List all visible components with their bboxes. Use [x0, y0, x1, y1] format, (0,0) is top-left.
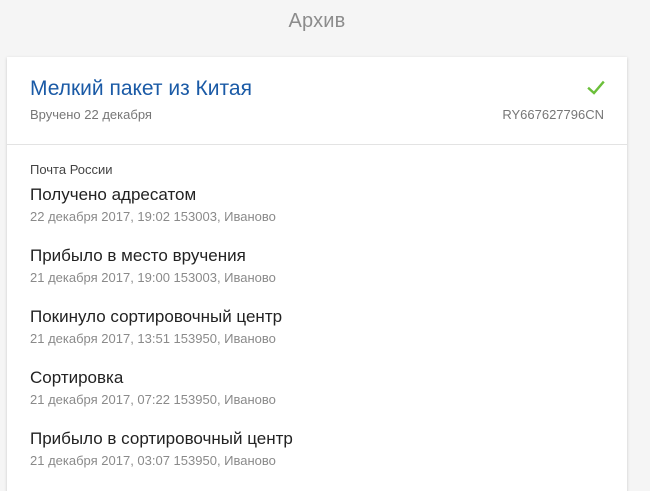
delivered-status: Вручено 22 декабря: [30, 107, 152, 122]
parcel-header[interactable]: Мелкий пакет из Китая Вручено 22 декабря…: [7, 57, 627, 145]
event-status: Прибыло в место вручения: [30, 246, 246, 265]
event-status: Сортировка: [30, 368, 124, 387]
event-details: 21 декабря 2017, 19:00 153003, Иваново: [30, 270, 276, 285]
event-details: 22 декабря 2017, 19:02 153003, Иваново: [30, 209, 276, 224]
tracking-event: Получено адресатом 22 декабря 2017, 19:0…: [30, 184, 610, 245]
archive-page: Архив Мелкий пакет из Китая Вручено 22 д…: [0, 0, 650, 491]
event-status: Получено адресатом: [30, 185, 197, 204]
event-details: 21 декабря 2017, 03:07 153950, Иваново: [30, 453, 276, 468]
carrier-name: Почта России: [30, 162, 113, 177]
event-details: 21 декабря 2017, 07:22 153950, Иваново: [30, 392, 276, 407]
check-icon: [587, 80, 605, 95]
tracking-event: Прибыло в сортировочный центр 21 декабря…: [30, 428, 610, 489]
tracking-event: Сортировка 21 декабря 2017, 07:22 153950…: [30, 367, 610, 428]
parcel-title[interactable]: Мелкий пакет из Китая: [30, 77, 252, 101]
tracking-event: Прибыло в место вручения 21 декабря 2017…: [30, 245, 610, 306]
event-status: Покинуло сортировочный центр: [30, 307, 283, 326]
tracking-events-list: Получено адресатом 22 декабря 2017, 19:0…: [30, 184, 610, 489]
tracking-event: Покинуло сортировочный центр 21 декабря …: [30, 306, 610, 367]
section-title: Архив: [288, 10, 346, 32]
parcel-card[interactable]: Мелкий пакет из Китая Вручено 22 декабря…: [7, 57, 627, 491]
event-details: 21 декабря 2017, 13:51 153950, Иваново: [30, 331, 276, 346]
tracking-number: RY667627796CN: [502, 107, 604, 122]
event-status: Прибыло в сортировочный центр: [30, 429, 293, 448]
